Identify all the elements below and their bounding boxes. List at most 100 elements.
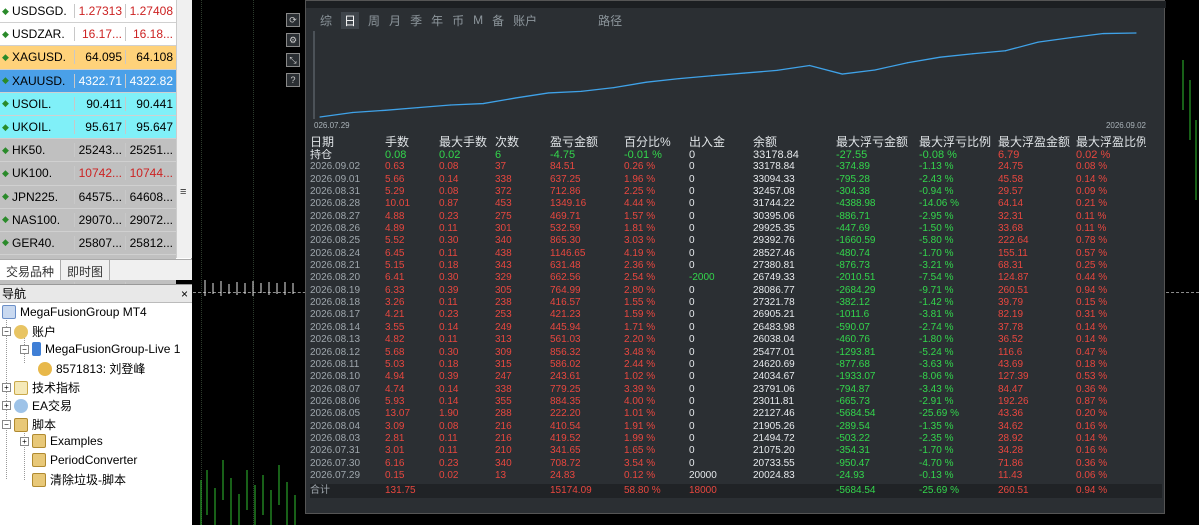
expand-icon[interactable]: + bbox=[20, 436, 29, 446]
toolbar-tab[interactable]: 账户 bbox=[513, 12, 537, 29]
settings-icon[interactable]: ⚙ bbox=[286, 33, 300, 47]
market-watch-row[interactable]: ◆ USDZAR. 16.17... 16.18... bbox=[0, 23, 176, 47]
tab-tick-chart[interactable]: 即时图 bbox=[61, 260, 111, 280]
table-cell: 315 bbox=[495, 358, 512, 370]
table-cell: 1.90 bbox=[439, 408, 459, 420]
market-watch-row[interactable]: ◆ GER40. 25807... 25812... bbox=[0, 231, 176, 256]
nav-item-examples[interactable]: + Examples bbox=[20, 434, 103, 448]
table-cell: 216 bbox=[495, 432, 512, 444]
table-cell: 0 bbox=[689, 383, 695, 395]
table-cell: 4.44 % bbox=[624, 198, 656, 210]
table-cell: 33178.84 bbox=[753, 161, 795, 173]
table-row: 2026.08.11 5.03 0.18 315 586.02 2.44 % 0 24620.… bbox=[310, 359, 1162, 371]
market-watch-row[interactable]: ◆ USDSGD. 1.27313 1.27408 bbox=[0, 0, 176, 24]
table-cell: 2.25 % bbox=[624, 186, 656, 198]
table-cell: -795.28 bbox=[836, 173, 870, 185]
market-watch-row[interactable]: ◆ UK100. 10742... 10744... bbox=[0, 162, 176, 186]
collapse-icon[interactable]: − bbox=[2, 327, 11, 336]
toolbar-tab[interactable]: 日 bbox=[341, 11, 360, 29]
table-cell: 2026.08.14 bbox=[310, 321, 361, 333]
table-cell: 0.11 % bbox=[1076, 223, 1107, 235]
table-cell: 0 bbox=[689, 198, 695, 210]
expand-icon[interactable]: + bbox=[2, 401, 11, 410]
table-cell: -447.69 bbox=[836, 223, 870, 235]
table-cell: 5.68 bbox=[385, 346, 405, 358]
table-cell: -1660.59 bbox=[836, 235, 876, 247]
table-cell: -2.95 % bbox=[919, 210, 954, 222]
market-watch-row[interactable]: ◆ XAGUSD. 64.095 64.108 bbox=[0, 46, 176, 70]
server-icon bbox=[32, 342, 41, 356]
nav-item-period-converter[interactable]: PeriodConverter bbox=[32, 453, 137, 467]
toolbar-tab[interactable]: 币 bbox=[452, 12, 464, 29]
nav-item-account[interactable]: 8571813: 刘登峰 bbox=[38, 360, 145, 377]
toolbar-tab[interactable]: 年 bbox=[431, 12, 443, 29]
toolbar-tab[interactable]: 月 bbox=[389, 12, 401, 29]
collapse-icon[interactable]: − bbox=[2, 420, 11, 429]
nav-item-scripts[interactable]: − 脚本 bbox=[2, 416, 56, 433]
table-cell: -27.55 bbox=[836, 149, 868, 161]
market-watch-row[interactable]: ◆ UKOIL. 95.617 95.647 bbox=[0, 115, 176, 140]
nav-item-ea[interactable]: + EA交易 bbox=[2, 397, 72, 414]
market-watch-scrollbar[interactable]: ≡ bbox=[176, 0, 192, 258]
resize-icon[interactable]: ⤡ bbox=[286, 53, 300, 67]
collapse-icon[interactable]: − bbox=[20, 344, 29, 354]
bid-price: 64575... bbox=[74, 189, 125, 204]
table-cell: -1.70 % bbox=[919, 445, 954, 457]
toolbar-tab[interactable]: 备 bbox=[492, 12, 504, 29]
table-cell: 25477.01 bbox=[753, 346, 795, 358]
toolbar-tab[interactable]: 季 bbox=[410, 12, 422, 29]
toolbar-tab[interactable]: 周 bbox=[368, 12, 380, 29]
table-cell: 0 bbox=[689, 346, 695, 358]
symbol-cell: ◆ JPN225. bbox=[0, 190, 74, 204]
nav-item-indicators[interactable]: + 技术指标 bbox=[2, 379, 80, 396]
table-cell: 0 bbox=[689, 297, 695, 309]
expand-icon[interactable]: + bbox=[2, 383, 11, 392]
table-cell: 0.78 % bbox=[1076, 235, 1108, 247]
toolbar-tab[interactable]: 综 bbox=[320, 12, 332, 29]
table-cell: 637.25 bbox=[550, 173, 581, 185]
table-cell: -5684.54 bbox=[836, 408, 876, 420]
help-icon[interactable]: ? bbox=[286, 73, 300, 87]
table-cell: 2026.08.19 bbox=[310, 284, 361, 296]
table-cell: 216 bbox=[495, 420, 512, 432]
table-cell: 13.07 bbox=[385, 408, 411, 420]
table-cell: -1933.07 bbox=[836, 371, 876, 383]
refresh-icon[interactable]: ⟳ bbox=[286, 13, 300, 27]
table-cell: 0.63 bbox=[385, 161, 405, 173]
market-watch-row[interactable]: ◆ XAUUSD. 4322.71 4322.82 bbox=[0, 69, 176, 93]
equity-point bbox=[613, 87, 615, 89]
close-icon[interactable]: × bbox=[181, 285, 188, 303]
toolbar-tab[interactable]: M bbox=[473, 13, 483, 27]
equity-point bbox=[384, 109, 386, 111]
tab-symbols[interactable]: 交易品种 bbox=[0, 260, 62, 280]
table-row: 2026.08.10 4.94 0.39 247 243.61 1.02 % 0 24034.… bbox=[310, 371, 1162, 383]
table-cell: -4388.98 bbox=[836, 198, 876, 210]
table-cell: 出入金 bbox=[689, 135, 726, 149]
market-watch-row[interactable]: ◆ HK50. 25243... 25251... bbox=[0, 139, 176, 163]
market-watch-row[interactable]: ◆ USOIL. 90.411 90.441 bbox=[0, 92, 176, 116]
market-watch-row[interactable]: ◆ NAS100. 29070... 29072... bbox=[0, 208, 176, 232]
table-cell: -9.71 % bbox=[919, 284, 954, 296]
table-cell: 0.21 % bbox=[1076, 198, 1108, 210]
price-chart[interactable]: ⟳ ⚙ ⤡ ? 综日周月季年币 M 备账户 路径 026.07.29 2026.09.0… bbox=[193, 0, 1199, 525]
daily-stats-table: 日期 手数 最大手数 次数 盈亏金额 百分比% 出入金 余额 最大浮亏金额 最大浮亏比例 最大浮盈金… bbox=[310, 135, 1162, 499]
nav-item-server[interactable]: − MegaFusionGroup-Live 1 bbox=[20, 342, 180, 356]
table-cell: 0 bbox=[689, 408, 695, 420]
table-cell: -1293.81 bbox=[836, 346, 876, 358]
table-cell: -25.69 % bbox=[919, 408, 960, 420]
table-cell: 0.15 bbox=[385, 469, 405, 481]
table-cell: 0 bbox=[689, 223, 695, 235]
table-cell: 64.14 bbox=[998, 198, 1024, 210]
equity-point bbox=[1037, 41, 1039, 43]
table-cell: 0.87 bbox=[439, 198, 459, 210]
nav-item-accounts[interactable]: − 账户 bbox=[2, 323, 56, 340]
nav-item-root[interactable]: MegaFusionGroup MT4 bbox=[2, 305, 147, 319]
market-watch-row[interactable]: ◆ JPN225. 64575... 64608... bbox=[0, 185, 176, 209]
scroll-grip-icon[interactable]: ≡ bbox=[180, 186, 186, 198]
table-cell: 39.79 bbox=[998, 297, 1024, 309]
nav-item-clean-script[interactable]: 清除垃圾-脚本 bbox=[32, 471, 126, 488]
toolbar-tab[interactable]: 路径 bbox=[598, 12, 622, 29]
table-cell: 2026.08.04 bbox=[310, 420, 361, 432]
table-cell: 0 bbox=[689, 210, 695, 222]
bid-price: 90.411 bbox=[74, 96, 125, 111]
